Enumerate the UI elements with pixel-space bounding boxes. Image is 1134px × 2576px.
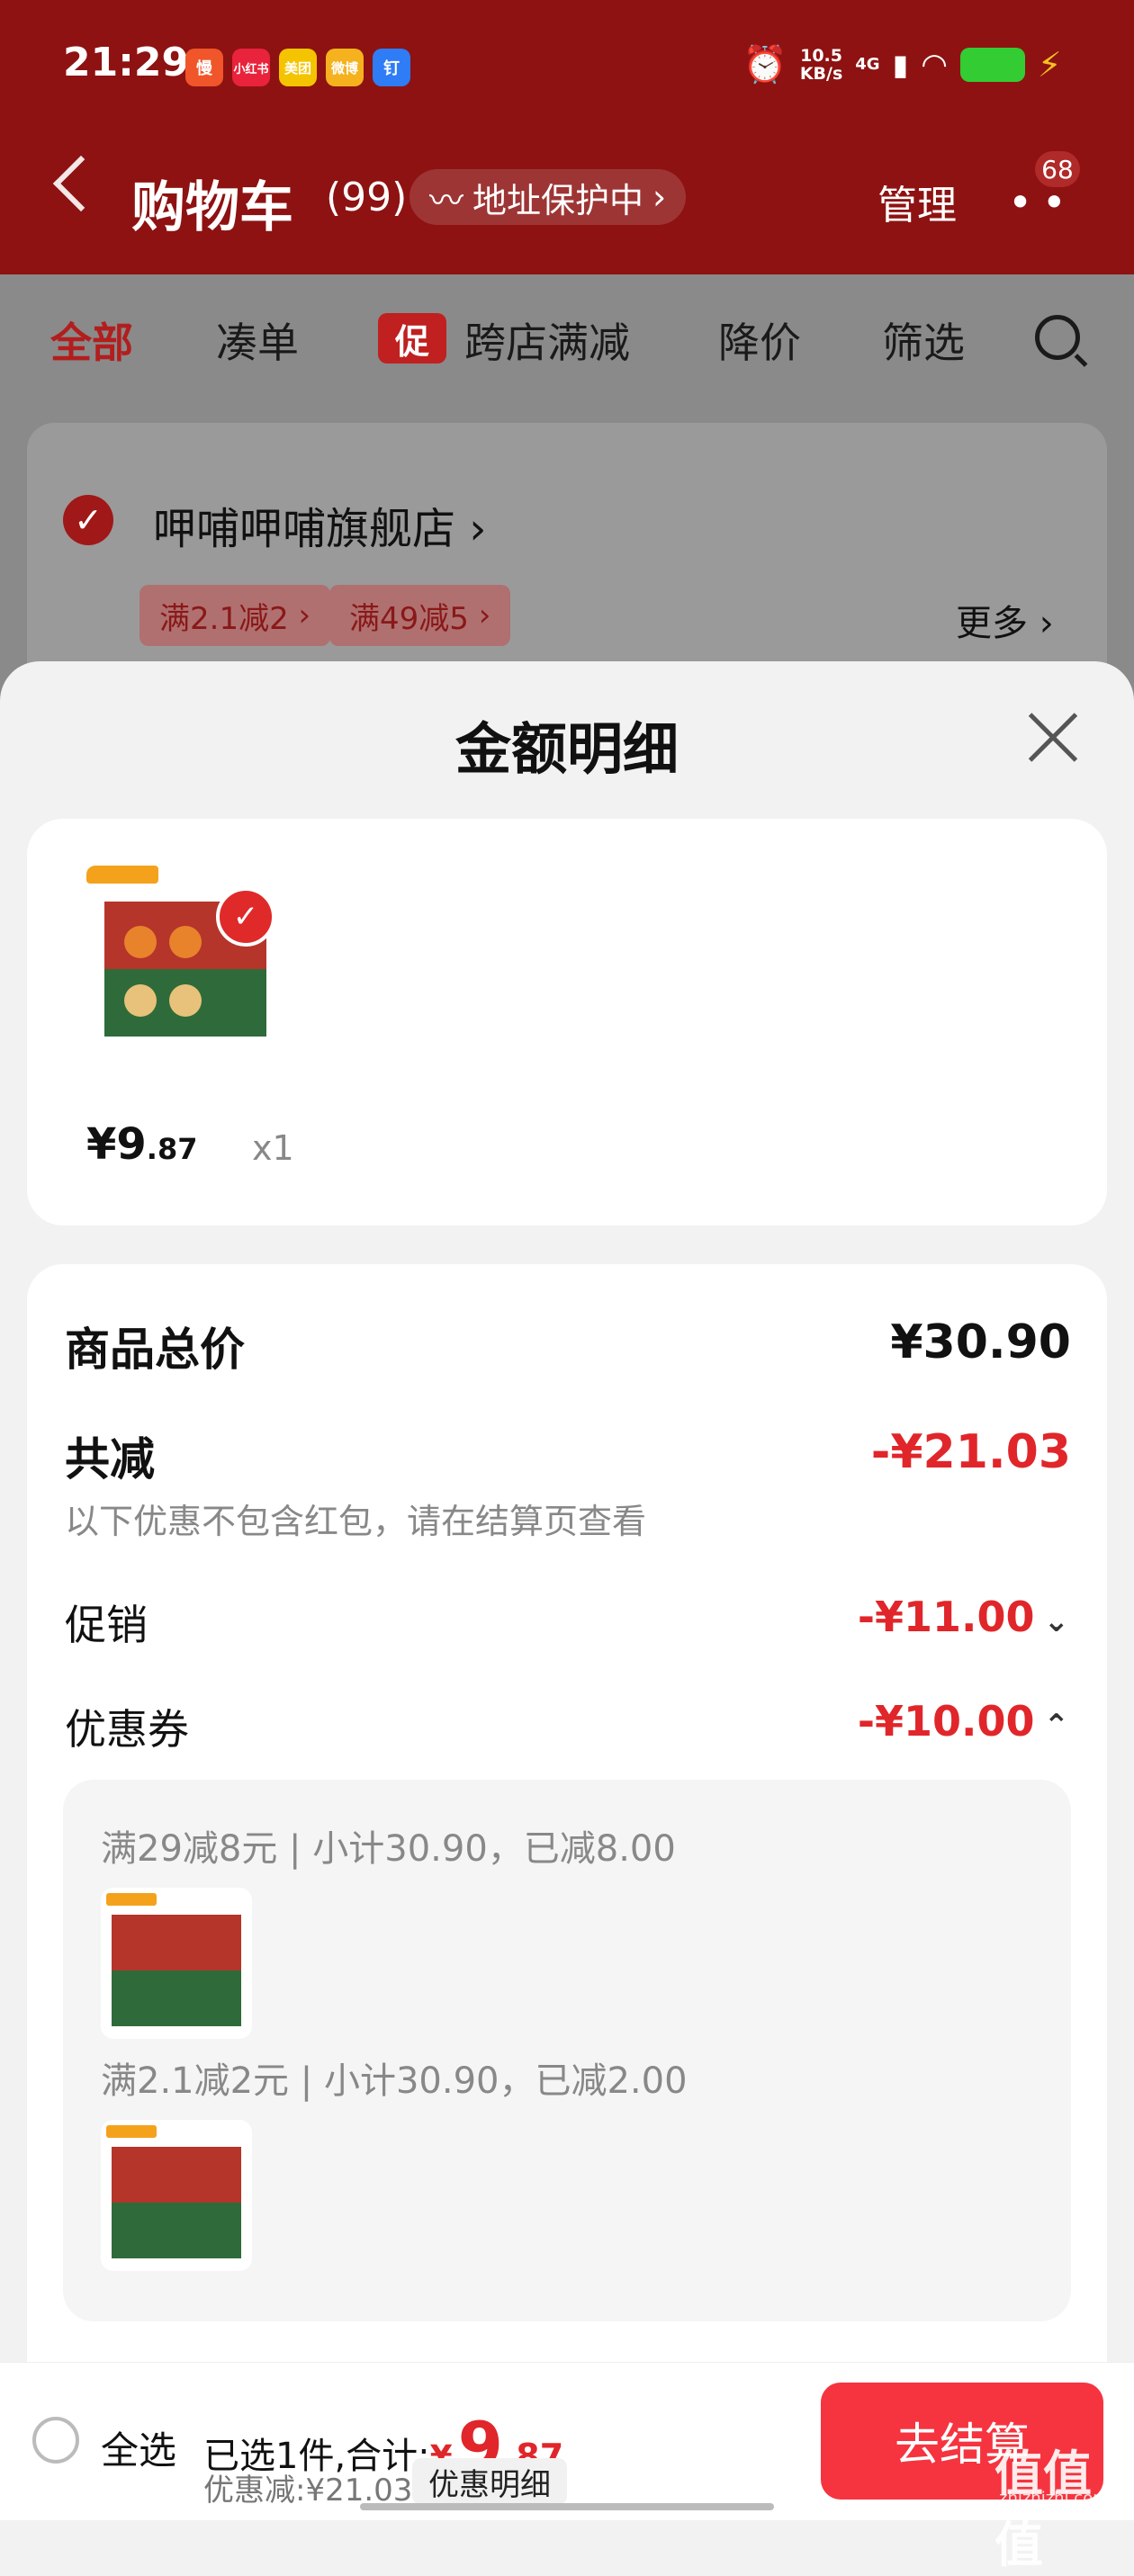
- promo-tag: 促: [378, 313, 446, 364]
- app-icon: 美团: [279, 49, 317, 86]
- item-price-int: ¥9: [86, 1119, 147, 1170]
- battery-icon: [959, 47, 1025, 82]
- search-icon[interactable]: [1035, 315, 1080, 360]
- promo-label: 促销: [65, 1601, 148, 1649]
- product-check-icon: ✓: [216, 887, 275, 947]
- total-reduce-value: -¥21.03: [870, 1425, 1071, 1479]
- status-app-icons: 慢 小红书 美团 微博 钉: [185, 49, 410, 86]
- coupon-detail-line: 满2.1减2元 | 小计30.90，已减2.00: [101, 2060, 688, 2102]
- coupon-product-thumb: [101, 1888, 252, 2039]
- chevron-right-icon: ›: [652, 177, 667, 217]
- address-protection-pill[interactable]: 〰 地址保护中 ›: [410, 169, 687, 225]
- item-price-dec: .87: [146, 1132, 198, 1166]
- store-coupon-chip[interactable]: 满2.1减2 ›: [140, 585, 331, 646]
- sheet-title: 金额明细: [454, 716, 679, 782]
- chevron-right-icon: ›: [469, 504, 487, 554]
- alarm-icon: ⏰: [742, 44, 788, 85]
- close-icon[interactable]: [1026, 711, 1080, 765]
- charging-icon: ⚡: [1037, 44, 1062, 85]
- store-coupon-chip[interactable]: 满49减5 ›: [329, 585, 511, 646]
- coupon-chip-label: 满49减5: [349, 600, 469, 637]
- coupon-row[interactable]: -¥10.00 ⌃: [858, 1697, 1069, 1746]
- status-time: 21:29: [63, 40, 190, 85]
- tab-all[interactable]: 全部: [50, 310, 133, 370]
- select-all-radio[interactable]: [32, 2417, 79, 2464]
- address-pill-label: 地址保护中: [472, 180, 644, 220]
- app-icon: 慢: [185, 49, 223, 86]
- coupon-label: 优惠券: [65, 1705, 189, 1754]
- more-badge: 68: [1035, 151, 1080, 187]
- store-name-label: 呷哺呷哺旗舰店: [153, 504, 456, 554]
- total-price-label: 商品总价: [65, 1324, 245, 1376]
- home-indicator[interactable]: [360, 2503, 774, 2510]
- signal-label: 4G: [855, 55, 880, 74]
- signal-icon: ▮: [892, 47, 909, 82]
- manage-button[interactable]: 管理: [878, 173, 957, 230]
- promo-row[interactable]: -¥11.00 ⌄: [858, 1593, 1069, 1641]
- discount-detail-button[interactable]: 优惠明细: [412, 2458, 567, 2505]
- coupon-product-thumb: [101, 2120, 252, 2271]
- store-more-link[interactable]: 更多 ›: [956, 594, 1054, 646]
- chevron-down-icon: ⌄: [1043, 1603, 1070, 1639]
- promo-value: -¥11.00: [857, 1593, 1035, 1641]
- coupon-detail-line: 满29减8元 | 小计30.90，已减8.00: [101, 1828, 676, 1870]
- net-speed-unit: KB/s: [799, 63, 843, 84]
- cart-count: (99): [326, 175, 408, 220]
- wifi-icon: ◠: [921, 46, 948, 83]
- status-right: ⏰ 10.5 KB/s 4G ▮ ◠ ⚡: [742, 43, 1062, 85]
- app-icon: 钉: [373, 49, 410, 86]
- store-check-icon[interactable]: ✓: [63, 495, 113, 545]
- reduce-note: 以下优惠不包含红包，请在结算页查看: [65, 1502, 647, 1541]
- tab-price-drop[interactable]: 降价: [718, 310, 801, 370]
- app-icon: 小红书: [232, 49, 270, 86]
- item-price: ¥9.87: [86, 1119, 197, 1170]
- select-all-label[interactable]: 全选: [101, 2420, 176, 2475]
- item-quantity: x1: [252, 1128, 294, 1168]
- store-name[interactable]: 呷哺呷哺旗舰店 ›: [153, 493, 486, 556]
- chevron-up-icon: ⌃: [1043, 1708, 1070, 1744]
- page-title: 购物车: [131, 176, 293, 239]
- tab-filter[interactable]: 筛选: [882, 310, 965, 370]
- net-speed: 10.5 KB/s: [800, 47, 842, 83]
- coupon-chip-label: 满2.1减2: [159, 600, 289, 637]
- net-speed-value: 10.5: [800, 45, 842, 66]
- wave-icon: 〰: [429, 180, 464, 220]
- tab-cross-store[interactable]: 跨店满减: [464, 310, 630, 370]
- total-reduce-label: 共减: [65, 1433, 155, 1485]
- store-more-label: 更多: [956, 603, 1028, 644]
- watermark-url: zhizhizhi.com: [999, 2489, 1109, 2508]
- total-price-value: ¥30.90: [890, 1315, 1071, 1369]
- tab-bundle[interactable]: 凑单: [216, 310, 299, 370]
- app-icon: 微博: [326, 49, 364, 86]
- coupon-value: -¥10.00: [857, 1697, 1035, 1746]
